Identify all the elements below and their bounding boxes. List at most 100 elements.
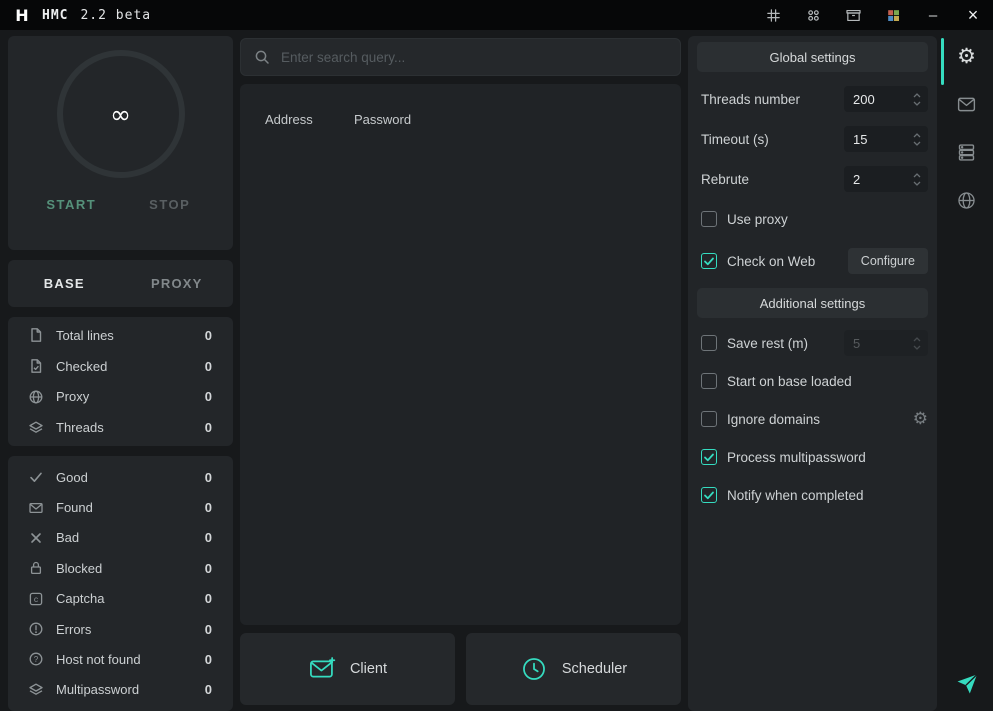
globe-icon[interactable] [955, 188, 979, 212]
close-button[interactable]: × [953, 0, 993, 30]
stat-label: Host not found [56, 652, 141, 667]
cross-icon [28, 530, 44, 546]
layers-icon [28, 420, 44, 436]
spin-down-button[interactable] [913, 141, 921, 146]
threads-number-input[interactable] [844, 92, 896, 107]
app-logo: H [12, 6, 32, 25]
rebrute-row: Rebrute [697, 166, 928, 192]
save-rest-checkbox[interactable] [701, 335, 717, 351]
ignore-domains-row: Ignore domains ⚙ [697, 406, 928, 432]
timeout-label: Timeout (s) [701, 132, 769, 147]
stat-label: Errors [56, 622, 91, 637]
save-rest-label: Save rest (m) [727, 336, 808, 351]
start-on-base-loaded-checkbox[interactable] [701, 373, 717, 389]
titlebar-actions: – × [753, 0, 993, 30]
notify-when-completed-checkbox[interactable] [701, 487, 717, 503]
rebrute-label: Rebrute [701, 172, 749, 187]
rebrute-input[interactable] [844, 172, 896, 187]
stat-row-multipassword: Multipassword 0 [8, 682, 233, 698]
svg-text:c: c [34, 594, 39, 604]
check-icon [28, 469, 44, 485]
stat-label: Total lines [56, 328, 114, 343]
check-on-web-checkbox[interactable] [701, 253, 717, 269]
layers-icon [28, 682, 44, 698]
save-rest-input[interactable] [844, 336, 896, 351]
ignore-domains-checkbox[interactable] [701, 411, 717, 427]
globe-icon [28, 389, 44, 405]
check-on-web-label: Check on Web [727, 254, 815, 269]
process-multipassword-label: Process multipassword [727, 450, 866, 465]
stat-value: 0 [205, 420, 212, 435]
app-version: 2.2 beta [80, 8, 151, 23]
spin-down-button[interactable] [913, 101, 921, 106]
column-header-password: Password [354, 112, 411, 127]
tab-proxy[interactable]: PROXY [121, 260, 234, 307]
run-controls: START STOP [8, 186, 233, 222]
grid-icon[interactable] [753, 0, 793, 30]
infinity-symbol: ∞ [110, 100, 131, 129]
start-on-base-loaded-label: Start on base loaded [727, 374, 852, 389]
spin-up-button[interactable] [913, 93, 921, 98]
search-bar [240, 38, 681, 76]
use-proxy-row: Use proxy [697, 206, 928, 232]
active-tool-indicator [941, 38, 944, 85]
side-toolbar: ⚙ [940, 30, 993, 711]
timeout-spinner [844, 126, 928, 152]
stat-label: Captcha [56, 591, 104, 606]
telegram-plane-icon[interactable] [954, 671, 980, 697]
stats-tabs: BASE PROXY [8, 260, 233, 307]
stat-value: 0 [205, 622, 212, 637]
spinner-arrows [913, 133, 928, 146]
tab-base[interactable]: BASE [8, 260, 121, 307]
stat-label: Blocked [56, 561, 102, 576]
spinner-arrows [913, 337, 928, 350]
timeout-input[interactable] [844, 132, 896, 147]
database-icon[interactable] [955, 140, 979, 164]
spin-up-button[interactable] [913, 173, 921, 178]
stat-row-checked: Checked 0 [8, 358, 233, 374]
mail-icon[interactable] [955, 92, 979, 116]
stat-value: 0 [205, 682, 212, 697]
start-on-base-loaded-row: Start on base loaded [697, 368, 928, 394]
timeout-row: Timeout (s) [697, 126, 928, 152]
notify-when-completed-row: Notify when completed [697, 482, 928, 508]
lock-icon [28, 560, 44, 576]
column-header-address: Address [265, 112, 354, 127]
settings-gear-icon[interactable]: ⚙ [955, 44, 979, 68]
stat-value: 0 [205, 530, 212, 545]
windows-logo-icon[interactable] [873, 0, 913, 30]
stat-label: Multipassword [56, 682, 139, 697]
stop-button[interactable]: STOP [121, 186, 220, 222]
file-icon [28, 327, 44, 343]
stat-row-good: Good 0 [8, 469, 233, 485]
spin-down-button[interactable] [913, 345, 921, 350]
app-window: H HMC 2.2 beta – × ∞ START STOP [0, 0, 993, 711]
question-icon: ? [28, 651, 44, 667]
file-check-icon [28, 358, 44, 374]
scheduler-button[interactable]: Scheduler [466, 633, 681, 705]
search-input[interactable] [281, 50, 667, 65]
stat-label: Threads [56, 420, 104, 435]
threads-number-spinner [844, 86, 928, 112]
stat-row-found: Found 0 [8, 500, 233, 516]
apps-dots-icon[interactable] [793, 0, 833, 30]
use-proxy-checkbox[interactable] [701, 211, 717, 227]
spin-up-button[interactable] [913, 337, 921, 342]
stats-secondary-card: Good 0 Found 0 Bad 0 Blocked 0 c [8, 456, 233, 711]
client-label: Client [350, 661, 387, 677]
mail-plus-icon [308, 655, 336, 683]
stat-value: 0 [205, 500, 212, 515]
process-multipassword-checkbox[interactable] [701, 449, 717, 465]
stat-row-blocked: Blocked 0 [8, 560, 233, 576]
minimize-button[interactable]: – [913, 0, 953, 30]
stat-label: Bad [56, 530, 79, 545]
stat-value: 0 [205, 389, 212, 404]
spin-up-button[interactable] [913, 133, 921, 138]
configure-button[interactable]: Configure [848, 248, 928, 274]
archive-box-icon[interactable] [833, 0, 873, 30]
spin-down-button[interactable] [913, 181, 921, 186]
client-button[interactable]: Client [240, 633, 455, 705]
stat-row-proxy: Proxy 0 [8, 389, 233, 405]
start-button[interactable]: START [22, 186, 121, 222]
ignore-domains-gear-icon[interactable]: ⚙ [913, 411, 928, 428]
